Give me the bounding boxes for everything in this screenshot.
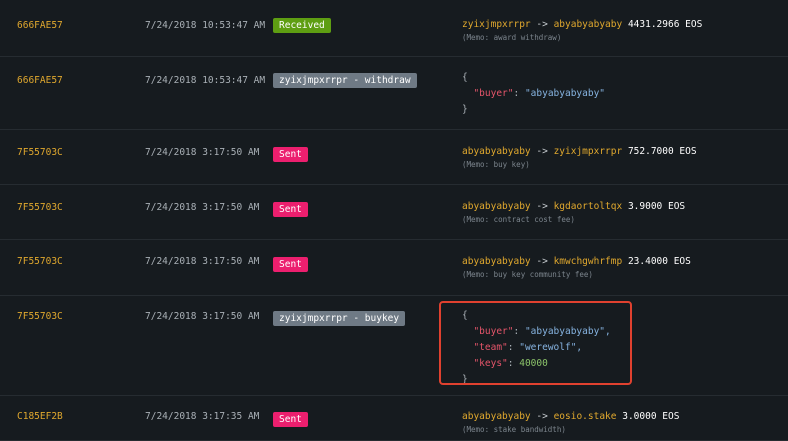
to-account[interactable]: abyabyabyaby — [554, 19, 623, 30]
table-row: 7F55703C 7/24/2018 3:17:50 AM zyixjmpxrr… — [0, 295, 788, 396]
transfer-info: abyabyabyaby -> eosio.stake 3.0000 EOS — [462, 411, 679, 422]
from-account[interactable]: zyixjmpxrrpr — [462, 19, 531, 30]
action-badge: zyixjmpxrrpr - withdraw — [273, 73, 417, 88]
transfer-info: abyabyabyaby -> kmwchgwhrfmp 23.4000 EOS — [462, 256, 691, 267]
transfer-info: zyixjmpxrrpr -> abyabyabyaby 4431.2966 E… — [462, 19, 702, 30]
action-badge: zyixjmpxrrpr - buykey — [273, 311, 406, 326]
timestamp: 7/24/2018 3:17:50 AM — [145, 311, 260, 322]
status-badge-sent: Sent — [273, 147, 308, 162]
amount: 3.9000 EOS — [627, 201, 686, 212]
transfer-arrow: -> — [536, 256, 548, 267]
status-badge-received: Received — [273, 18, 331, 33]
table-row: C185EF2B 7/24/2018 3:17:35 AM Sent abyab… — [0, 395, 788, 441]
tx-id-link[interactable]: 666FAE57 — [17, 75, 63, 86]
memo-text: (Memo: buy key) — [462, 160, 530, 169]
action-json: { "buyer": "abyabyabyaby" } — [462, 72, 606, 115]
to-account[interactable]: kmwchgwhrfmp — [554, 256, 623, 267]
timestamp: 7/24/2018 10:53:47 AM — [145, 75, 266, 86]
tx-id-link[interactable]: 7F55703C — [17, 147, 63, 158]
to-account[interactable]: kgdaortoltqx — [554, 201, 623, 212]
timestamp: 7/24/2018 3:17:50 AM — [145, 147, 260, 158]
from-account[interactable]: abyabyabyaby — [462, 256, 531, 267]
to-account[interactable]: zyixjmpxrrpr — [554, 146, 623, 157]
tx-id-link[interactable]: C185EF2B — [17, 411, 63, 422]
transfer-arrow: -> — [536, 201, 548, 212]
transfer-info: abyabyabyaby -> zyixjmpxrrpr 752.7000 EO… — [462, 146, 697, 157]
amount: 4431.2966 EOS — [627, 19, 703, 30]
tx-id-link[interactable]: 7F55703C — [17, 202, 63, 213]
transfer-info: abyabyabyaby -> kgdaortoltqx 3.9000 EOS — [462, 201, 685, 212]
memo-text: (Memo: award withdraw) — [462, 33, 562, 42]
table-row: 7F55703C 7/24/2018 3:17:50 AM Sent abyab… — [0, 184, 788, 240]
table-row: 666FAE57 7/24/2018 10:53:47 AM zyixjmpxr… — [0, 56, 788, 130]
from-account[interactable]: abyabyabyaby — [462, 201, 531, 212]
status-badge-sent: Sent — [273, 202, 308, 217]
amount: 23.4000 EOS — [627, 256, 691, 267]
to-account[interactable]: eosio.stake — [554, 411, 617, 422]
from-account[interactable]: abyabyabyaby — [462, 146, 531, 157]
tx-id-link[interactable]: 666FAE57 — [17, 20, 63, 31]
transfer-arrow: -> — [536, 146, 548, 157]
memo-text: (Memo: contract cost fee) — [462, 215, 575, 224]
timestamp: 7/24/2018 3:17:35 AM — [145, 411, 260, 422]
timestamp: 7/24/2018 3:17:50 AM — [145, 256, 260, 267]
amount: 752.7000 EOS — [627, 146, 697, 157]
table-row: 7F55703C 7/24/2018 3:17:50 AM Sent abyab… — [0, 129, 788, 185]
tx-id-link[interactable]: 7F55703C — [17, 256, 63, 267]
timestamp: 7/24/2018 3:17:50 AM — [145, 202, 260, 213]
amount: 3.0000 EOS — [622, 411, 680, 422]
status-badge-sent: Sent — [273, 412, 308, 427]
timestamp: 7/24/2018 10:53:47 AM — [145, 20, 266, 31]
from-account[interactable]: abyabyabyaby — [462, 411, 531, 422]
table-row: 7F55703C 7/24/2018 3:17:50 AM Sent abyab… — [0, 239, 788, 296]
status-badge-sent: Sent — [273, 257, 308, 272]
transfer-arrow: -> — [536, 19, 548, 30]
memo-text: (Memo: stake bandwidth) — [462, 425, 566, 434]
tx-id-link[interactable]: 7F55703C — [17, 311, 63, 322]
transfer-arrow: -> — [536, 411, 548, 422]
highlight-annotation-box — [439, 301, 632, 385]
table-row: 666FAE57 7/24/2018 10:53:47 AM Received … — [0, 0, 788, 57]
memo-text: (Memo: buy key community fee) — [462, 270, 593, 279]
